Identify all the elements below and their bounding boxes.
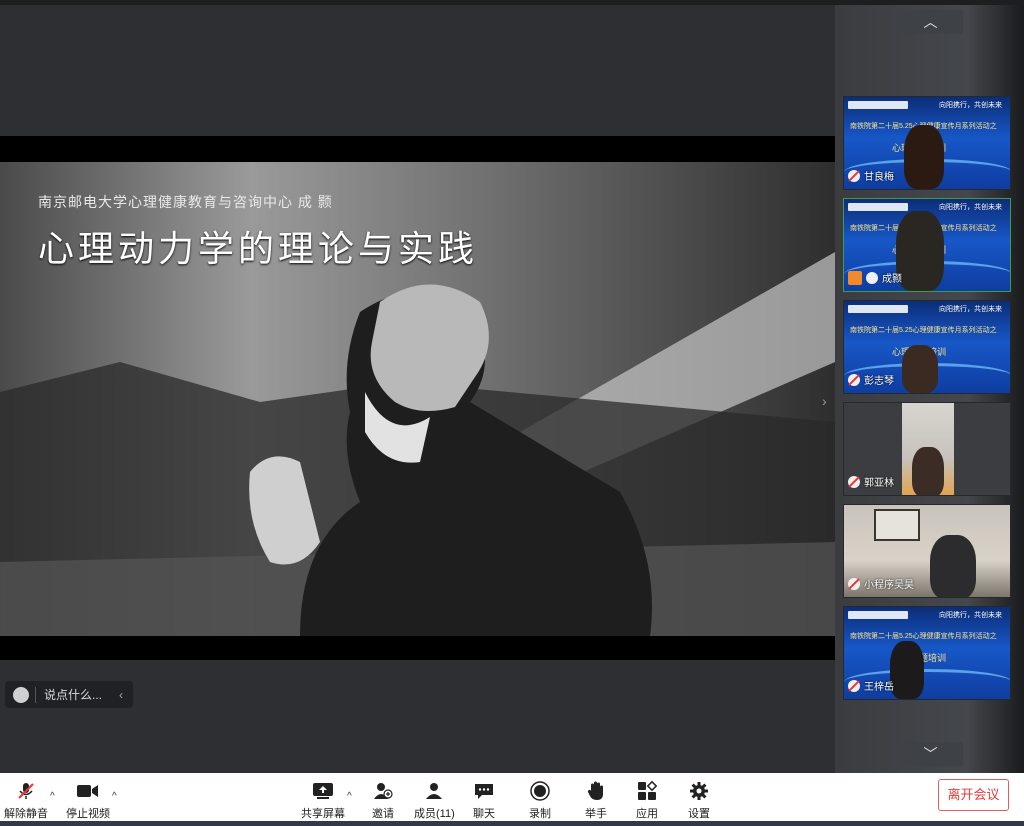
leave-meeting-button[interactable]: 离开会议 xyxy=(938,779,1009,811)
banner-event-line: 南铁院第二十届5.25心理健康宣传月系列活动之 xyxy=(850,633,997,640)
invite-label: 邀请 xyxy=(372,808,394,820)
members-button[interactable]: 成员(11) xyxy=(414,781,455,821)
mic-muted-icon xyxy=(848,373,860,386)
chat-button[interactable]: 聊天 xyxy=(473,781,495,821)
participant-name: 小程序吴昊 xyxy=(864,580,914,591)
collapse-chevron-icon[interactable]: ‹ xyxy=(119,688,123,702)
letterbox-bottom xyxy=(0,636,835,660)
members-icon xyxy=(423,781,445,801)
participant-video xyxy=(904,125,944,189)
record-icon xyxy=(529,781,551,801)
bottom-toolbar: 解除静音 ^ 停止视频 ^ 共享屏幕 ^ 邀请 成员(11) 聊天 录制 举手 … xyxy=(0,773,1024,826)
mic-muted-icon xyxy=(848,169,860,182)
participant-name-label: 甘良梅 xyxy=(848,168,894,183)
stop-video-label: 停止视频 xyxy=(66,808,110,820)
host-user-icon xyxy=(848,270,862,285)
chat-placeholder: 说点什么... xyxy=(44,688,103,702)
participant-tile[interactable]: 向阳携行，共创未来 南铁院第二十届5.25心理健康宣传月系列活动之 心理专题培训… xyxy=(843,300,1011,394)
record-button[interactable]: 录制 xyxy=(529,781,551,821)
taskbar-strip xyxy=(0,821,1024,826)
shared-screen-stage: 南京邮电大学心理健康教育与咨询中心 成 颢 心理动力学的理论与实践 说点什么..… xyxy=(0,5,835,773)
participant-avatar xyxy=(912,447,944,495)
invite-button[interactable]: 邀请 xyxy=(372,781,394,821)
emoji-icon[interactable] xyxy=(13,686,29,703)
wall-painting xyxy=(874,509,920,541)
raise-hand-button[interactable]: 举手 xyxy=(585,781,607,821)
participant-video xyxy=(930,535,976,597)
slide-title: 心理动力学的理论与实践 xyxy=(38,228,479,269)
school-logo xyxy=(848,101,908,109)
school-logo xyxy=(848,305,908,313)
mic-muted-icon xyxy=(15,781,37,801)
share-screen-button[interactable]: 共享屏幕 xyxy=(301,781,345,821)
participant-name: 成颢 xyxy=(882,274,902,285)
members-label: 成员(11) xyxy=(414,808,455,820)
presentation-slide: 南京邮电大学心理健康教育与咨询中心 成 颢 心理动力学的理论与实践 xyxy=(0,162,835,636)
participant-name-label: 成颢 xyxy=(848,270,902,285)
banner-right-text: 向阳携行，共创未来 xyxy=(939,612,1002,619)
scroll-up-button[interactable]: ︿ xyxy=(898,10,963,34)
share-screen-label: 共享屏幕 xyxy=(301,808,345,820)
participant-name: 甘良梅 xyxy=(864,172,894,183)
slide-subtitle: 南京邮电大学心理健康教育与咨询中心 成 颢 xyxy=(38,194,333,210)
apps-label: 应用 xyxy=(636,808,658,820)
meeting-window: 南京邮电大学心理健康教育与咨询中心 成 颢 心理动力学的理论与实践 说点什么..… xyxy=(0,0,1024,826)
participant-name: 彭志琴 xyxy=(864,376,894,387)
participant-name: 王梓岳 xyxy=(864,682,894,693)
participant-tile[interactable]: 向阳携行，共创未来 南铁院第二十届5.25心理健康宣传月系列活动之 心理专题培训… xyxy=(843,96,1011,190)
chat-bubble-icon xyxy=(473,781,495,801)
scroll-down-button[interactable]: ﹀ xyxy=(898,742,963,766)
chat-label: 聊天 xyxy=(473,808,495,820)
mic-muted-icon xyxy=(848,577,860,590)
banner-right-text: 向阳携行，共创未来 xyxy=(939,102,1002,109)
record-label: 录制 xyxy=(529,808,551,820)
stop-video-button[interactable]: 停止视频 xyxy=(66,781,110,821)
mic-muted-icon xyxy=(848,679,860,692)
banner-right-text: 向阳携行，共创未来 xyxy=(939,306,1002,313)
participant-tile[interactable]: 郭亚林 xyxy=(843,402,1011,496)
share-options-caret-icon[interactable]: ^ xyxy=(347,791,352,802)
divider xyxy=(35,686,36,703)
apps-grid-icon xyxy=(636,781,658,801)
mic-on-icon xyxy=(866,271,878,284)
mic-muted-icon xyxy=(848,475,860,488)
participant-video xyxy=(902,345,938,393)
unmute-label: 解除静音 xyxy=(4,808,48,820)
gear-icon xyxy=(688,781,710,801)
settings-label: 设置 xyxy=(688,808,710,820)
audio-options-caret-icon[interactable]: ^ xyxy=(50,791,55,802)
unmute-button[interactable]: 解除静音 xyxy=(4,781,48,821)
chat-input-pill[interactable]: 说点什么... ‹ xyxy=(5,681,133,708)
raise-hand-label: 举手 xyxy=(585,808,607,820)
participant-name-label: 郭亚林 xyxy=(848,474,894,489)
participant-name: 郭亚林 xyxy=(864,478,894,489)
add-user-icon xyxy=(372,781,394,801)
participant-video xyxy=(896,211,944,291)
participant-name-label: 彭志琴 xyxy=(848,372,894,387)
settings-button[interactable]: 设置 xyxy=(688,781,710,821)
hand-icon xyxy=(585,781,607,801)
participant-tile[interactable]: 向阳携行，共创未来 南铁院第二十届5.25心理健康宣传月系列活动之 心理专题培训… xyxy=(843,606,1011,700)
participant-video xyxy=(890,641,924,699)
letterbox-top xyxy=(0,136,835,162)
participant-name-label: 王梓岳 xyxy=(848,678,894,693)
participant-tile[interactable]: 向阳携行，共创未来 南铁院第二十届5.25心理健康宣传月系列活动之 心理专题培训… xyxy=(843,198,1011,292)
school-logo xyxy=(848,203,908,211)
participant-tile[interactable]: 小程序吴昊 xyxy=(843,504,1011,598)
video-options-caret-icon[interactable]: ^ xyxy=(112,791,117,802)
share-screen-icon xyxy=(312,781,334,801)
school-logo xyxy=(848,611,908,619)
banner-event-line: 南铁院第二十届5.25心理健康宣传月系列活动之 xyxy=(850,327,997,334)
video-camera-icon xyxy=(77,781,99,801)
apps-button[interactable]: 应用 xyxy=(636,781,658,821)
expand-panel-arrow-icon[interactable]: › xyxy=(822,393,827,409)
banner-right-text: 向阳携行，共创未来 xyxy=(939,204,1002,211)
participant-name-label: 小程序吴昊 xyxy=(848,576,914,591)
